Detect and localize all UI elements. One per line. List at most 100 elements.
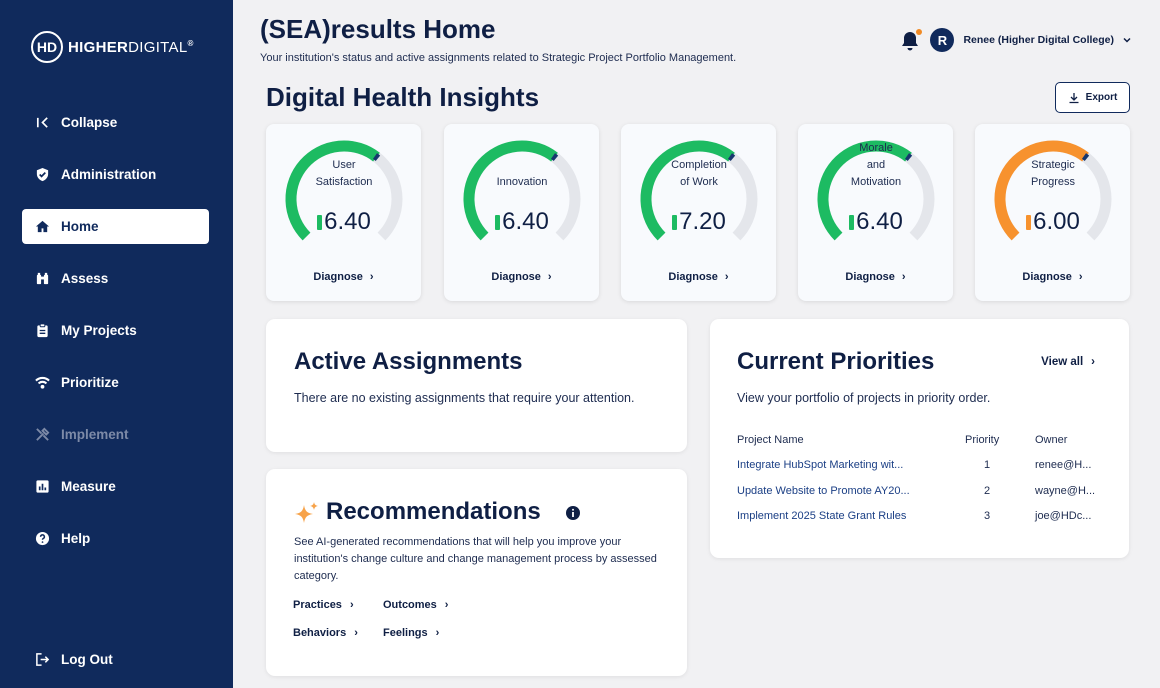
column-header-priority[interactable]: Priority <box>965 434 999 446</box>
gauge-card: Completion of Work 7.20 Diagnose › <box>621 124 776 301</box>
recommendations-title: Recommendations <box>326 498 541 525</box>
help-icon <box>34 531 50 547</box>
page-subtitle: Your institution's status and active ass… <box>260 52 737 64</box>
sidebar-item-home[interactable]: Home <box>22 209 209 244</box>
gauge-value-number: 6.40 <box>324 208 371 235</box>
gauge-value: 6.40 <box>471 208 573 236</box>
gauge-value-indicator <box>495 214 501 230</box>
chevron-right-icon: › <box>369 271 374 283</box>
gauge-value: 6.40 <box>825 208 927 236</box>
signal-icon <box>34 375 50 391</box>
sidebar-item-my-projects[interactable]: My Projects <box>22 313 209 348</box>
export-button[interactable]: Export <box>1055 82 1130 113</box>
export-label: Export <box>1085 92 1118 103</box>
download-icon <box>1069 92 1079 103</box>
rec-link-behaviors[interactable]: Behaviors › <box>293 627 358 639</box>
chevron-right-icon: › <box>901 271 906 283</box>
active-assignments-title: Active Assignments <box>294 348 523 375</box>
gauge-label: Satisfaction <box>315 176 373 188</box>
project-name-link[interactable]: Update Website to Promote AY20... <box>737 485 910 497</box>
gauge-value-indicator <box>849 214 855 230</box>
logout-button[interactable]: Log Out <box>22 642 209 677</box>
rec-link-outcomes[interactable]: Outcomes › <box>383 599 448 611</box>
gauge-label: Motivation <box>850 176 902 188</box>
gauge-value-indicator <box>317 214 323 230</box>
gauge-value-indicator <box>1026 214 1032 230</box>
chart-icon <box>34 479 50 495</box>
gauge-value-number: 6.00 <box>1033 208 1080 235</box>
collapse-icon <box>34 115 50 131</box>
sidebar-item-administration[interactable]: Administration <box>22 157 209 192</box>
gauge-value: 7.20 <box>648 208 750 236</box>
tools-icon <box>34 427 50 443</box>
sidebar: HD HIGHERDIGITAL® Collapse Administratio… <box>0 0 233 688</box>
clipboard-icon <box>34 323 50 339</box>
rec-link-feelings[interactable]: Feelings › <box>383 627 439 639</box>
rec-link-practices[interactable]: Practices › <box>293 599 354 611</box>
diagnose-button[interactable]: Diagnose › <box>975 271 1130 283</box>
gauge-marker <box>550 153 559 161</box>
notification-dot <box>916 29 923 35</box>
sidebar-item-label: My Projects <box>61 323 137 338</box>
sidebar-item-help[interactable]: Help <box>22 521 209 556</box>
gauge-value: 6.00 <box>1002 208 1104 236</box>
sidebar-item-label: Home <box>61 219 99 234</box>
sidebar-item-label: Assess <box>61 271 109 286</box>
info-icon[interactable] <box>566 506 580 520</box>
diagnose-button[interactable]: Diagnose › <box>798 271 953 283</box>
diagnose-button[interactable]: Diagnose › <box>621 271 776 283</box>
gauge-card: Morale and Motivation 6.40 Diagnose › <box>798 124 953 301</box>
sidebar-item-label: Collapse <box>61 115 118 130</box>
binoculars-icon <box>34 271 50 287</box>
brand-name: HIGHERDIGITAL® <box>68 38 194 56</box>
brand-logo[interactable]: HD HIGHERDIGITAL® <box>31 31 194 63</box>
user-name[interactable]: Renee (Higher Digital College) <box>963 34 1114 46</box>
insights-title: Digital Health Insights <box>266 82 540 112</box>
chevron-right-icon: › <box>547 271 552 283</box>
sidebar-item-implement[interactable]: Implement <box>22 417 209 452</box>
priority-cell: 3 <box>984 510 991 522</box>
owner-cell: wayne@H... <box>1035 485 1096 497</box>
project-name-link[interactable]: Integrate HubSpot Marketing wit... <box>737 459 903 471</box>
project-name-link[interactable]: Implement 2025 State Grant Rules <box>737 510 906 522</box>
gauge-label: Innovation <box>496 176 548 188</box>
sidebar-item-label: Measure <box>61 479 116 494</box>
page-title: (SEA)results Home <box>260 14 496 44</box>
gauge-value-number: 7.20 <box>679 208 726 235</box>
user-menu: R Renee (Higher Digital College) <box>900 28 1132 52</box>
gauge-label: Progress <box>1030 176 1076 188</box>
home-icon <box>34 219 50 235</box>
chevron-down-icon[interactable] <box>1122 35 1132 45</box>
logout-icon <box>34 652 50 668</box>
sidebar-item-prioritize[interactable]: Prioritize <box>22 365 209 400</box>
notification-bell-icon[interactable] <box>900 29 923 51</box>
current-priorities-panel: Current Priorities View all › View your p… <box>710 319 1129 558</box>
column-header-owner[interactable]: Owner <box>1035 434 1067 446</box>
recommendations-panel: Recommendations See AI-generated recomme… <box>266 469 687 676</box>
logo-mark: HD <box>31 31 63 63</box>
sidebar-item-label: Help <box>61 531 91 546</box>
view-all-link[interactable]: View all › <box>1041 356 1095 368</box>
sidebar-item-label: Administration <box>61 167 157 182</box>
chevron-right-icon: › <box>1078 271 1083 283</box>
gauge-arc <box>463 140 581 241</box>
gauge-label: Strategic <box>1031 159 1075 171</box>
sidebar-item-label: Implement <box>61 427 129 442</box>
gauge-value: 6.40 <box>293 208 395 236</box>
shield-icon <box>34 167 50 183</box>
sidebar-item-label: Prioritize <box>61 375 119 390</box>
gauge-label: Completion <box>671 159 727 171</box>
gauge-value-number: 6.40 <box>856 208 903 235</box>
sidebar-item-collapse[interactable]: Collapse <box>22 105 209 140</box>
current-priorities-description: View your portfolio of projects in prior… <box>737 391 991 405</box>
avatar[interactable]: R <box>930 28 955 52</box>
diagnose-button[interactable]: Diagnose › <box>444 271 599 283</box>
diagnose-button[interactable]: Diagnose › <box>266 271 421 283</box>
gauge-card: Innovation 6.40 Diagnose › <box>444 124 599 301</box>
gauge-card: Strategic Progress 6.00 Diagnose › <box>975 124 1130 301</box>
sidebar-item-measure[interactable]: Measure <box>22 469 209 504</box>
active-assignments-panel: Active Assignments There are no existing… <box>266 319 687 452</box>
gauge-label: of Work <box>680 176 718 188</box>
column-header-project-name[interactable]: Project Name <box>737 434 804 446</box>
sidebar-item-assess[interactable]: Assess <box>22 261 209 296</box>
